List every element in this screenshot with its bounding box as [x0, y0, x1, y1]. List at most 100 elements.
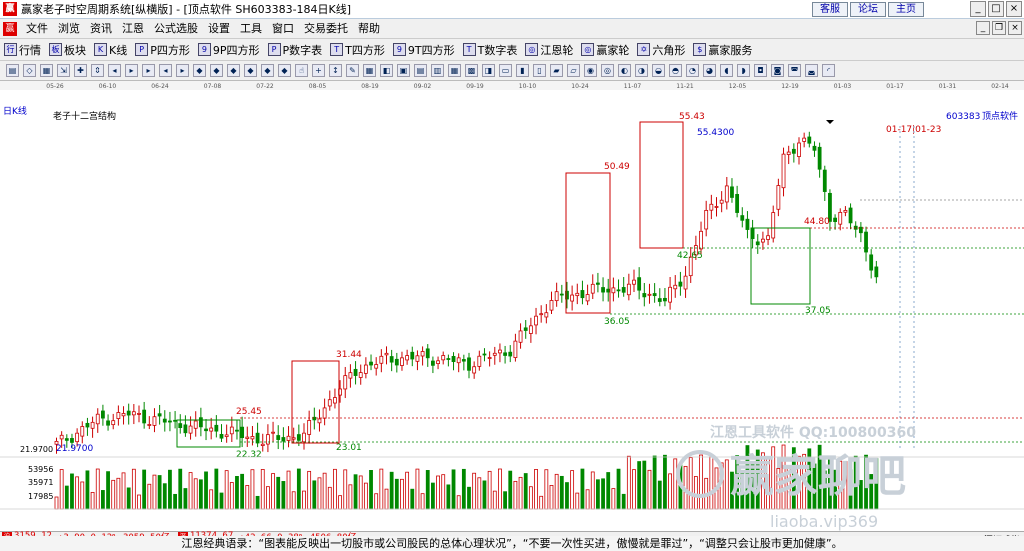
- menu-item-9[interactable]: 帮助: [353, 20, 385, 38]
- toolbar-button-9[interactable]: ◎ 江恩轮: [525, 42, 573, 58]
- tool-icon-43[interactable]: ◗: [737, 64, 750, 77]
- tool-icon-18[interactable]: +: [312, 64, 325, 77]
- tool-icon-11[interactable]: ◆: [193, 64, 206, 77]
- volume-bar: [606, 472, 611, 510]
- close-icon[interactable]: ×: [1006, 1, 1022, 17]
- main-toolbar: 行行情板板块 K K线 P P四方形 9 9P四方形 P P数字表 T T四方形 9 9T四方形 T T数字…: [0, 39, 1024, 61]
- tool-icon-45[interactable]: ◙: [771, 64, 784, 77]
- tool-icon-10[interactable]: ▸: [176, 64, 189, 77]
- toolbar-button-12[interactable]: $ 赢家服务: [693, 42, 752, 58]
- tool-icon-47[interactable]: ◛: [805, 64, 818, 77]
- tool-icon-44[interactable]: ◘: [754, 64, 767, 77]
- tool-icon-21[interactable]: ▦: [363, 64, 376, 77]
- maximize-icon[interactable]: □: [988, 1, 1004, 17]
- tool-icon-38[interactable]: ◒: [652, 64, 665, 77]
- menu-item-3[interactable]: 江恩: [117, 20, 149, 38]
- volume-bar: [235, 476, 239, 510]
- volume-bar: [534, 469, 538, 510]
- tool-icon-4[interactable]: ✚: [74, 64, 87, 77]
- tool-icon-16[interactable]: ◆: [278, 64, 291, 77]
- title-link-2[interactable]: 主页: [888, 2, 924, 17]
- tool-icon-13[interactable]: ◆: [227, 64, 240, 77]
- tool-icon-20[interactable]: ✎: [346, 64, 359, 77]
- tool-icon-9[interactable]: ◂: [159, 64, 172, 77]
- menu-item-6[interactable]: 工具: [235, 20, 267, 38]
- menu-item-8[interactable]: 交易委托: [299, 20, 353, 38]
- minimize-icon[interactable]: _: [970, 1, 986, 17]
- toolbar-button-4[interactable]: 9 9P四方形: [197, 42, 260, 58]
- tool-icon-23[interactable]: ▣: [397, 64, 410, 77]
- toolbar-button-11[interactable]: ✡ 六角形: [637, 42, 685, 58]
- tool-icon-5[interactable]: ⇕: [91, 64, 104, 77]
- tool-icon-37[interactable]: ◑: [635, 64, 648, 77]
- menu-item-0[interactable]: 文件: [21, 20, 53, 38]
- toolbar-button-1[interactable]: 板板块: [49, 42, 86, 58]
- tool-icon-14[interactable]: ◆: [244, 64, 257, 77]
- tool-icon-35[interactable]: ◎: [601, 64, 614, 77]
- candle-body: [106, 420, 110, 426]
- kline-chart[interactable]: 05-26 06-10 06-24 07-08 07-22 08-05 08-19 09-02…: [0, 81, 1024, 531]
- tool-icon-46[interactable]: ◚: [788, 64, 801, 77]
- tool-icon-33[interactable]: ▱: [567, 64, 580, 77]
- menu-item-2[interactable]: 资讯: [85, 20, 117, 38]
- tool-icon-12[interactable]: ◆: [210, 64, 223, 77]
- tool-icon-27[interactable]: ▩: [465, 64, 478, 77]
- toolbar-button-2[interactable]: K K线: [94, 42, 127, 58]
- menu-item-1[interactable]: 浏览: [53, 20, 85, 38]
- tool-icon-30[interactable]: ▮: [516, 64, 529, 77]
- tool-icon-17[interactable]: ☝: [295, 64, 308, 77]
- candle-body: [183, 424, 188, 434]
- tool-icon-7[interactable]: ▸: [125, 64, 138, 77]
- tool-icon-41[interactable]: ◕: [703, 64, 716, 77]
- volume-bar: [513, 480, 518, 510]
- tool-icon-29[interactable]: ▭: [499, 64, 512, 77]
- tool-icon-28[interactable]: ◨: [482, 64, 495, 77]
- tool-icon-6[interactable]: ◂: [108, 64, 121, 77]
- tool-icon-42[interactable]: ◖: [720, 64, 733, 77]
- doc-restore-icon[interactable]: ❐: [992, 21, 1006, 35]
- menu-item-4[interactable]: 公式选股: [149, 20, 203, 38]
- candle-body: [637, 277, 642, 291]
- menu-logo-icon: 赢: [3, 21, 17, 36]
- toolbar-button-6[interactable]: T T四方形: [330, 42, 385, 58]
- tool-icon-34[interactable]: ◉: [584, 64, 597, 77]
- title-link-1[interactable]: 论坛: [850, 2, 886, 17]
- tool-icon-26[interactable]: ▦: [448, 64, 461, 77]
- tool-icon-3[interactable]: ⇲: [57, 64, 70, 77]
- menu-item-5[interactable]: 设置: [203, 20, 235, 38]
- watermark-brand: 赢家聊吧: [730, 451, 906, 502]
- doc-minimize-icon[interactable]: _: [976, 21, 990, 35]
- tool-icon-31[interactable]: ▯: [533, 64, 546, 77]
- toolbar-button-3[interactable]: P P四方形: [135, 42, 190, 58]
- tool-icon-8[interactable]: ▸: [142, 64, 155, 77]
- tool-icon-22[interactable]: ◧: [380, 64, 393, 77]
- tool-icon-19[interactable]: ↕: [329, 64, 342, 77]
- tool-icon-1[interactable]: ◇: [23, 64, 36, 77]
- tool-icon-0[interactable]: ▤: [6, 64, 19, 77]
- tool-icon-36[interactable]: ◐: [618, 64, 631, 77]
- toolbar-button-10[interactable]: ◎ 赢家轮: [581, 42, 629, 58]
- doc-close-icon[interactable]: ×: [1008, 21, 1022, 35]
- volume-bar: [657, 480, 662, 510]
- tool-icon-2[interactable]: ▦: [40, 64, 53, 77]
- volume-bar: [492, 490, 497, 510]
- tool-icon-25[interactable]: ▥: [431, 64, 444, 77]
- toolbar-button-5[interactable]: P P数字表: [267, 42, 322, 58]
- tool-icon-15[interactable]: ◆: [261, 64, 274, 77]
- candle-body: [621, 287, 626, 293]
- tool-icon-48[interactable]: ◜: [822, 64, 835, 77]
- tool-icon-24[interactable]: ▤: [414, 64, 427, 77]
- dropdown-triangle-icon[interactable]: [826, 120, 834, 124]
- price-label: 31.44: [336, 350, 362, 360]
- menu-item-7[interactable]: 窗口: [267, 20, 299, 38]
- volume-bar: [219, 492, 224, 510]
- candle-body: [369, 361, 373, 366]
- title-link-0[interactable]: 客服: [812, 2, 848, 17]
- tool-icon-32[interactable]: ▰: [550, 64, 563, 77]
- toolbar-button-0[interactable]: 行行情: [4, 42, 41, 58]
- tool-icon-40[interactable]: ◔: [686, 64, 699, 77]
- toolbar-button-8[interactable]: T T数字表: [462, 42, 517, 58]
- candle-body: [405, 355, 410, 361]
- tool-icon-39[interactable]: ◓: [669, 64, 682, 77]
- toolbar-button-7[interactable]: 9 9T四方形: [392, 42, 455, 58]
